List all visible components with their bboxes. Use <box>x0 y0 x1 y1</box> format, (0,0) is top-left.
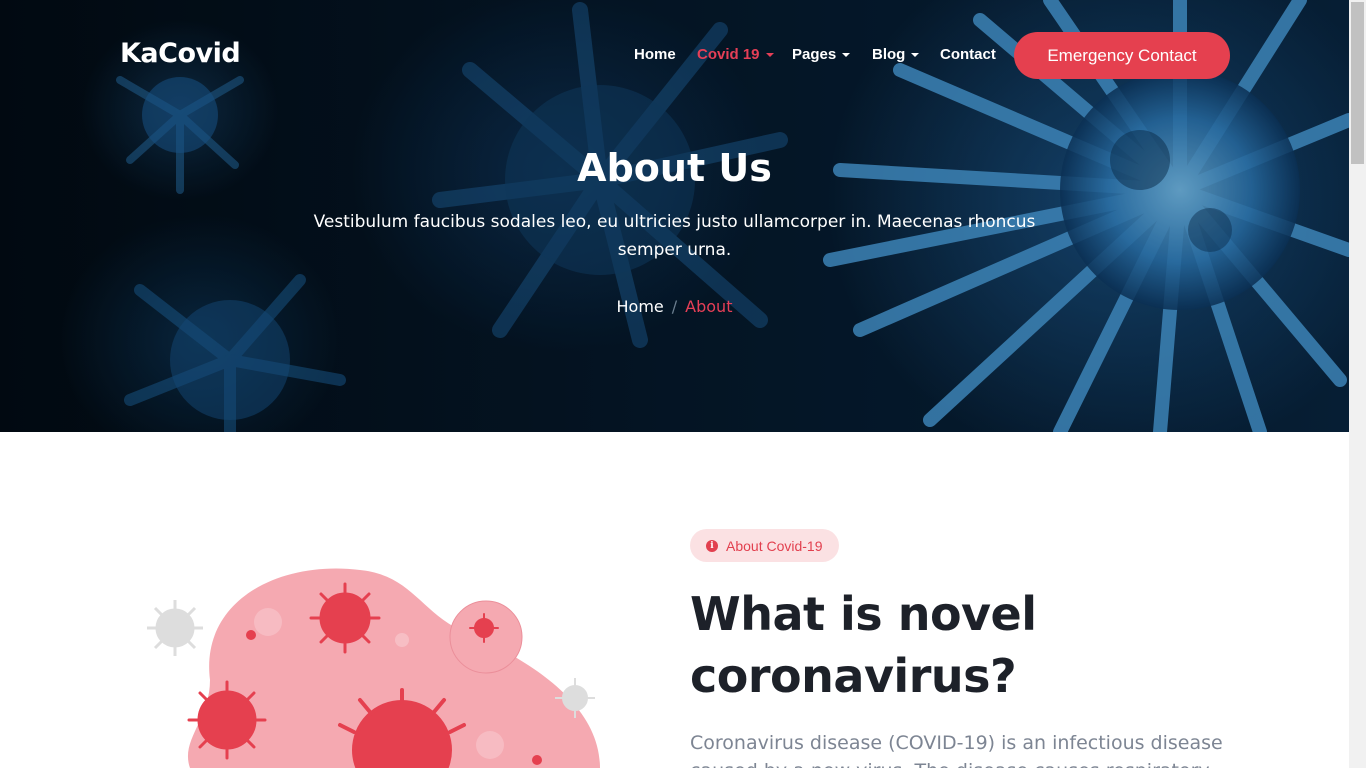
hero-subtitle: Vestibulum faucibus sodales leo, eu ultr… <box>313 212 1036 260</box>
chevron-down-icon <box>842 53 851 57</box>
nav-item-label: Pages <box>792 46 837 63</box>
breadcrumb-separator: / <box>671 297 678 316</box>
breadcrumb-home-link[interactable]: Home <box>617 297 664 316</box>
nav-item-covid19[interactable]: Covid 19 <box>697 46 774 63</box>
about-title: What is novel coronavirus? <box>690 587 1037 703</box>
page-scrollbar[interactable] <box>1349 0 1366 768</box>
nav-item-contact[interactable]: Contact <box>940 46 996 63</box>
info-icon: i <box>706 539 718 552</box>
nav-item-label: Contact <box>940 46 996 63</box>
breadcrumb: Home / About <box>0 297 1349 316</box>
coronavirus-illustration <box>147 568 601 768</box>
chevron-down-icon <box>911 53 920 57</box>
about-badge-label: About Covid-19 <box>726 537 823 554</box>
nav-item-label: Blog <box>872 46 906 63</box>
about-text: Coronavirus disease (COVID-19) is an inf… <box>690 732 1223 768</box>
emergency-contact-button[interactable]: Emergency Contact <box>1014 32 1230 79</box>
chevron-down-icon <box>765 53 774 57</box>
about-badge: i About Covid-19 <box>690 529 839 562</box>
hero-banner: KaCovid Home Covid 19 Pages Blog Contact… <box>0 0 1349 432</box>
page-title: About Us <box>577 146 772 190</box>
nav-item-pages[interactable]: Pages <box>792 46 851 63</box>
nav-item-label: Home <box>634 46 676 63</box>
site-logo[interactable]: KaCovid <box>120 38 241 69</box>
nav-item-label: Covid 19 <box>697 46 760 63</box>
breadcrumb-current: About <box>685 297 733 316</box>
nav-item-home[interactable]: Home <box>634 46 676 63</box>
nav-item-blog[interactable]: Blog <box>872 46 920 63</box>
scrollbar-thumb[interactable] <box>1351 2 1364 164</box>
